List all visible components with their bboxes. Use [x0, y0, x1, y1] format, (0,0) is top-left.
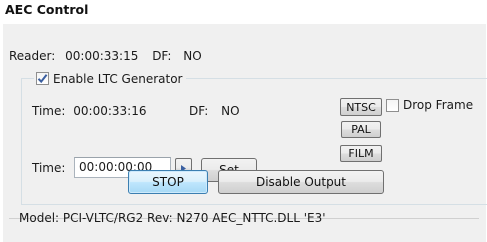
panel-title: AEC Control [5, 2, 89, 17]
drop-frame-label: Drop Frame [403, 98, 474, 112]
reader-df-value: NO [183, 49, 202, 63]
film-button[interactable]: FILM [340, 145, 382, 162]
film-button-label: FILM [348, 147, 374, 160]
stop-button[interactable]: STOP [128, 170, 208, 194]
enable-ltc-label: Enable LTC Generator [53, 71, 183, 86]
reader-df-label: DF: [152, 49, 172, 63]
drop-frame-checkbox[interactable]: Drop Frame [386, 98, 473, 112]
reader-timecode: 00:00:33:15 [65, 49, 139, 63]
reader-row: Reader: 00:00:33:15 DF: NO [9, 49, 202, 63]
disable-output-button-label: Disable Output [255, 175, 346, 189]
generator-timecode: 00:00:33:16 [73, 104, 147, 118]
ntsc-button[interactable]: NTSC [340, 98, 382, 116]
drop-frame-box [386, 98, 399, 112]
generator-time-label: Time: [32, 104, 66, 118]
generator-df-label: DF: [189, 104, 209, 118]
disable-output-button[interactable]: Disable Output [218, 170, 384, 194]
pal-button[interactable]: PAL [341, 121, 381, 138]
ntsc-button-label: NTSC [346, 100, 376, 114]
checkmark-icon [36, 72, 49, 85]
reader-label: Reader: [9, 49, 56, 63]
generator-df-value: NO [221, 104, 240, 118]
set-time-label: Time: [32, 161, 66, 175]
aec-control-panel: AEC Control Reader: 00:00:33:15 DF: NO E… [0, 0, 487, 242]
enable-ltc-checkbox[interactable]: Enable LTC Generator [34, 70, 187, 87]
pal-button-label: PAL [351, 123, 371, 136]
status-text: Model: PCI-VLTC/RG2 Rev: N270 AEC_NTTC.D… [19, 211, 326, 225]
stop-button-label: STOP [152, 175, 184, 189]
generator-time-row: Time: 00:00:33:16 [32, 104, 146, 118]
generator-df-row: DF: NO [189, 104, 240, 118]
